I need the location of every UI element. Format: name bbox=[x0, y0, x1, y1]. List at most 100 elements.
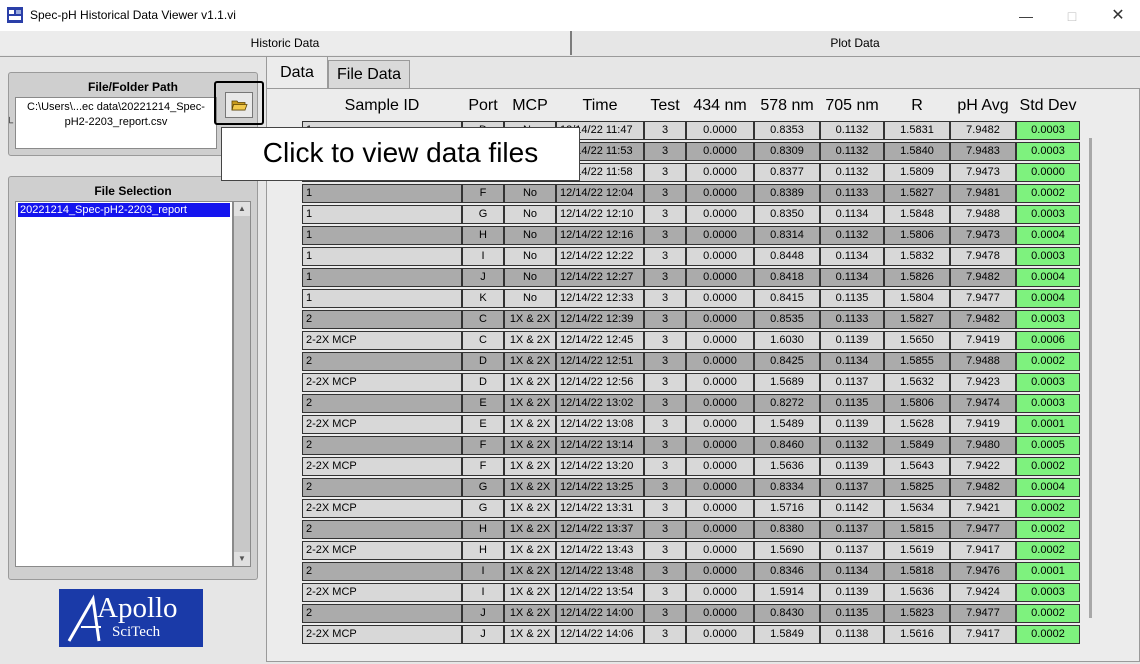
table-scrollbar[interactable] bbox=[1084, 120, 1098, 640]
cell-port: F bbox=[462, 457, 504, 476]
cell-sample-id: 2-2X MCP bbox=[302, 583, 462, 602]
cell-sample-id: 2 bbox=[302, 520, 462, 539]
cell-578nm: 0.8377 bbox=[754, 163, 820, 182]
file-path-input[interactable]: └ C:\Users\...ec data\20221214_Spec- pH2… bbox=[6, 97, 217, 149]
cell-time: 12/14/22 13:54 bbox=[556, 583, 644, 602]
cell-time: 12/14/22 12:27 bbox=[556, 268, 644, 287]
cell-434nm: 0.0000 bbox=[686, 499, 754, 518]
cell-705nm: 0.1137 bbox=[820, 478, 884, 497]
cell-test: 3 bbox=[644, 625, 686, 644]
cell-705nm: 0.1134 bbox=[820, 268, 884, 287]
cell-test: 3 bbox=[644, 373, 686, 392]
scroll-up-arrow-icon[interactable]: ▲ bbox=[234, 202, 250, 216]
cell-434nm: 0.0000 bbox=[686, 625, 754, 644]
cell-r: 1.5848 bbox=[884, 205, 950, 224]
cell-port: K bbox=[462, 289, 504, 308]
cell-r: 1.5823 bbox=[884, 604, 950, 623]
cell-r: 1.5827 bbox=[884, 184, 950, 203]
browse-button-highlight bbox=[214, 81, 264, 125]
cell-r: 1.5643 bbox=[884, 457, 950, 476]
cell-test: 3 bbox=[644, 247, 686, 266]
cell-ph-avg: 7.9422 bbox=[950, 457, 1016, 476]
cell-test: 3 bbox=[644, 163, 686, 182]
window-title: Spec-pH Historical Data Viewer v1.1.vi bbox=[30, 8, 236, 22]
cell-434nm: 0.0000 bbox=[686, 604, 754, 623]
cell-705nm: 0.1134 bbox=[820, 205, 884, 224]
cell-std-dev: 0.0002 bbox=[1016, 520, 1080, 539]
cell-r: 1.5818 bbox=[884, 562, 950, 581]
cell-ph-avg: 7.9482 bbox=[950, 310, 1016, 329]
file-selection-listbox[interactable]: 20221214_Spec-pH2-2203_report bbox=[15, 201, 233, 567]
tab-plot-data[interactable]: Plot Data bbox=[572, 31, 1138, 55]
cell-port: F bbox=[462, 436, 504, 455]
cell-705nm: 0.1139 bbox=[820, 415, 884, 434]
cell-434nm: 0.0000 bbox=[686, 373, 754, 392]
file-list-item-selected[interactable]: 20221214_Spec-pH2-2203_report bbox=[18, 203, 230, 217]
cell-std-dev: 0.0000 bbox=[1016, 163, 1080, 182]
cell-434nm: 0.0000 bbox=[686, 184, 754, 203]
cell-std-dev: 0.0002 bbox=[1016, 499, 1080, 518]
cell-ph-avg: 7.9488 bbox=[950, 205, 1016, 224]
cell-ph-avg: 7.9419 bbox=[950, 331, 1016, 350]
cell-434nm: 0.0000 bbox=[686, 541, 754, 560]
scroll-down-arrow-icon[interactable]: ▼ bbox=[234, 552, 250, 566]
cell-mcp: 1X & 2X bbox=[504, 331, 556, 350]
cell-r: 1.5832 bbox=[884, 247, 950, 266]
cell-mcp: 1X & 2X bbox=[504, 373, 556, 392]
cell-std-dev: 0.0003 bbox=[1016, 247, 1080, 266]
cell-r: 1.5632 bbox=[884, 373, 950, 392]
cell-434nm: 0.0000 bbox=[686, 163, 754, 182]
cell-578nm: 0.8334 bbox=[754, 478, 820, 497]
cell-434nm: 0.0000 bbox=[686, 583, 754, 602]
cell-std-dev: 0.0003 bbox=[1016, 394, 1080, 413]
cell-port: E bbox=[462, 394, 504, 413]
cell-705nm: 0.1135 bbox=[820, 394, 884, 413]
cell-port: I bbox=[462, 562, 504, 581]
cell-sample-id: 2-2X MCP bbox=[302, 625, 462, 644]
cell-test: 3 bbox=[644, 205, 686, 224]
cell-434nm: 0.0000 bbox=[686, 394, 754, 413]
column-header-sample-id: Sample ID bbox=[344, 97, 420, 114]
cell-time: 12/14/22 13:37 bbox=[556, 520, 644, 539]
cell-r: 1.5849 bbox=[884, 436, 950, 455]
cell-705nm: 0.1138 bbox=[820, 625, 884, 644]
cell-578nm: 0.8415 bbox=[754, 289, 820, 308]
cell-705nm: 0.1133 bbox=[820, 184, 884, 203]
cell-test: 3 bbox=[644, 331, 686, 350]
cell-test: 3 bbox=[644, 436, 686, 455]
cell-std-dev: 0.0003 bbox=[1016, 205, 1080, 224]
table-scrollbar-track[interactable] bbox=[1089, 138, 1092, 618]
cell-434nm: 0.0000 bbox=[686, 331, 754, 350]
cell-sample-id: 2-2X MCP bbox=[302, 415, 462, 434]
cell-434nm: 0.0000 bbox=[686, 478, 754, 497]
cell-port: J bbox=[462, 268, 504, 287]
cell-434nm: 0.0000 bbox=[686, 457, 754, 476]
maximize-button[interactable]: □ bbox=[1062, 6, 1082, 26]
cell-705nm: 0.1139 bbox=[820, 331, 884, 350]
cell-port: G bbox=[462, 205, 504, 224]
cell-705nm: 0.1134 bbox=[820, 562, 884, 581]
tab-historic-data[interactable]: Historic Data bbox=[0, 31, 572, 55]
close-button[interactable]: ✕ bbox=[1108, 6, 1128, 26]
minimize-button[interactable]: — bbox=[1016, 6, 1036, 26]
cell-705nm: 0.1133 bbox=[820, 310, 884, 329]
cell-sample-id: 1 bbox=[302, 289, 462, 308]
cell-578nm: 0.8430 bbox=[754, 604, 820, 623]
cell-434nm: 0.0000 bbox=[686, 436, 754, 455]
cell-time: 12/14/22 13:43 bbox=[556, 541, 644, 560]
file-selection-title: File Selection bbox=[94, 184, 172, 198]
cell-ph-avg: 7.9417 bbox=[950, 541, 1016, 560]
cell-r: 1.5815 bbox=[884, 520, 950, 539]
tab-file-data[interactable]: File Data bbox=[328, 60, 410, 89]
cell-port: G bbox=[462, 499, 504, 518]
cell-test: 3 bbox=[644, 289, 686, 308]
cell-mcp: 1X & 2X bbox=[504, 310, 556, 329]
cell-test: 3 bbox=[644, 520, 686, 539]
cell-578nm: 0.8448 bbox=[754, 247, 820, 266]
file-list-scrollbar[interactable]: ▲ ▼ bbox=[233, 201, 251, 567]
tab-data[interactable]: Data bbox=[266, 56, 328, 89]
column-header-ph-avg: pH Avg bbox=[957, 97, 1009, 114]
cell-std-dev: 0.0002 bbox=[1016, 625, 1080, 644]
cell-sample-id: 1 bbox=[302, 205, 462, 224]
cell-705nm: 0.1135 bbox=[820, 289, 884, 308]
